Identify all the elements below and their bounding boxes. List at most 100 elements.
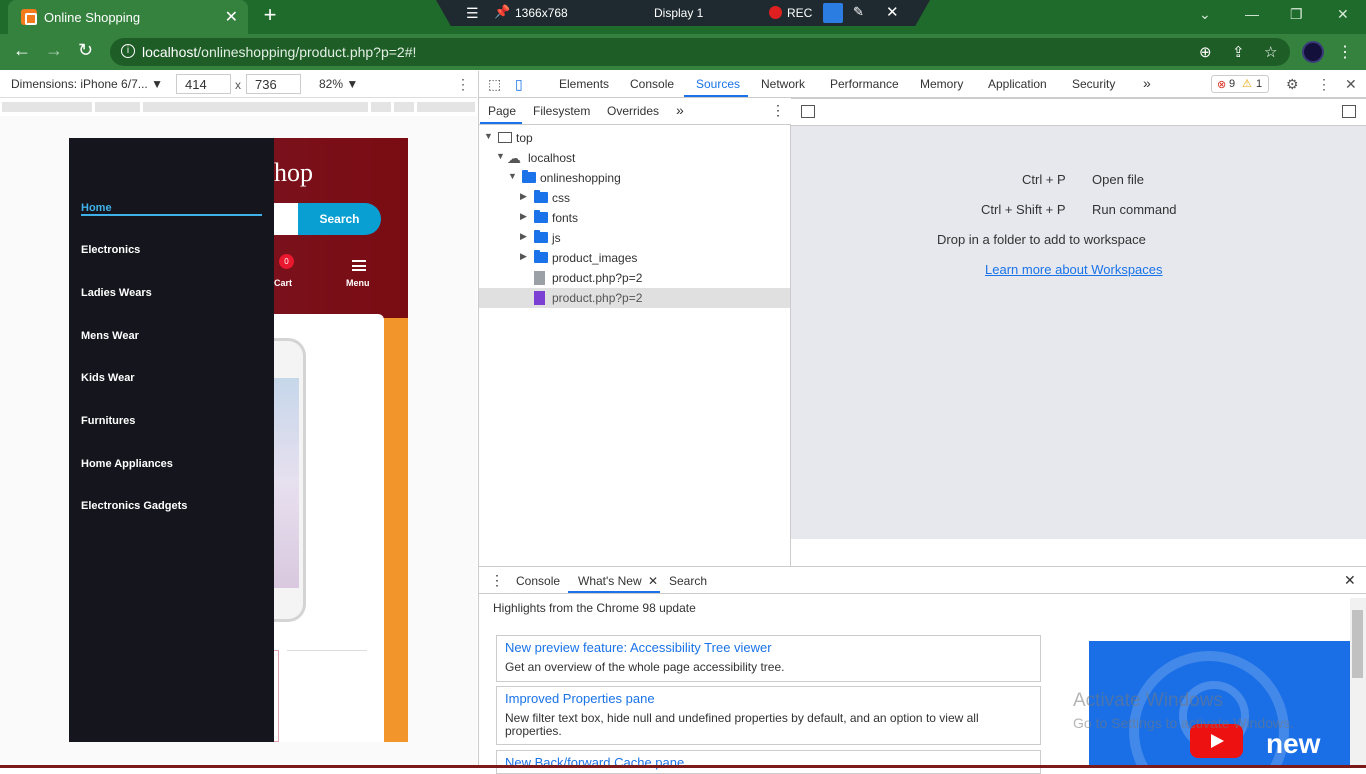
tab-close-icon[interactable]: ✕: [225, 7, 238, 27]
more-subtabs-icon[interactable]: »: [676, 102, 684, 118]
nav-item-electronics[interactable]: Electronics: [81, 244, 140, 256]
collapse-arrow-icon[interactable]: ▶: [520, 191, 527, 202]
zoom-select[interactable]: 82% ▼: [319, 77, 358, 91]
tab-sources[interactable]: Sources: [696, 77, 740, 91]
tab-console[interactable]: Console: [630, 77, 674, 91]
device-height-input[interactable]: 736: [246, 74, 301, 94]
back-arrow-icon[interactable]: ←: [13, 40, 31, 61]
tree-item-product-images[interactable]: ▶ product_images: [479, 248, 790, 268]
nav-item-kids-wear[interactable]: Kids Wear: [81, 372, 135, 384]
recorder-display[interactable]: Display 1: [654, 6, 703, 20]
tab-elements[interactable]: Elements: [559, 77, 609, 91]
learn-workspaces-link[interactable]: Learn more about Workspaces: [985, 262, 1163, 277]
pin-icon[interactable]: 📌: [494, 4, 510, 20]
device-select[interactable]: Dimensions: iPhone 6/7... ▼: [11, 77, 163, 91]
subtab-page[interactable]: Page: [488, 104, 516, 118]
tab-memory[interactable]: Memory: [920, 77, 963, 91]
tab-application[interactable]: Application: [988, 77, 1047, 91]
drawer-tab-search[interactable]: Search: [669, 574, 707, 588]
expand-arrow-icon[interactable]: ▼: [508, 171, 517, 181]
cart-label[interactable]: Cart: [274, 278, 292, 288]
chrome-menu-icon[interactable]: ⋮: [1337, 42, 1353, 62]
drawer-scrollbar[interactable]: [1350, 598, 1366, 768]
url-text[interactable]: localhost/onlineshopping/product.php?p=2…: [142, 44, 416, 60]
tree-item-onlineshopping[interactable]: ▼ onlineshopping: [479, 168, 790, 188]
new-tab-button[interactable]: +: [258, 4, 282, 28]
devtools-close-icon[interactable]: ✕: [1345, 76, 1357, 93]
tree-item-js[interactable]: ▶ js: [479, 228, 790, 248]
issues-counter[interactable]: ⊗ 9 ⚠ 1: [1211, 75, 1269, 93]
menu-label[interactable]: Menu: [346, 278, 370, 288]
collapse-arrow-icon[interactable]: ▶: [520, 231, 527, 242]
restore-icon[interactable]: ❐: [1290, 6, 1303, 23]
nav-item-electronics-gadgets[interactable]: Electronics Gadgets: [81, 500, 187, 512]
recorder-close-icon[interactable]: ✕: [886, 3, 899, 21]
screen-recorder-bar: ☰ 📌 1366x768 Display 1 REC ✎ ✕: [436, 0, 930, 26]
tree-item-localhost[interactable]: ▼ ☁ localhost: [479, 148, 790, 168]
navigator-menu-icon[interactable]: ⋮: [771, 102, 785, 119]
show-navigator-icon[interactable]: [801, 105, 815, 118]
device-more-icon[interactable]: ⋮: [456, 76, 470, 93]
drawer-close-icon[interactable]: ✕: [1344, 572, 1356, 589]
device-toggle-icon[interactable]: ▯: [515, 76, 523, 93]
subtab-overrides[interactable]: Overrides: [607, 104, 659, 118]
scrollbar-thumb[interactable]: [1352, 610, 1363, 678]
nav-item-furnitures[interactable]: Furnitures: [81, 415, 135, 427]
collapse-arrow-icon[interactable]: ▶: [520, 211, 527, 222]
forward-arrow-icon[interactable]: →: [45, 40, 63, 61]
feature-card[interactable]: New preview feature: Accessibility Tree …: [496, 635, 1041, 682]
drawer-tab-console[interactable]: Console: [516, 574, 560, 588]
nav-item-home-appliances[interactable]: Home Appliances: [81, 458, 173, 470]
zoom-icon[interactable]: ⊕: [1199, 43, 1212, 61]
drawer-tab-close-icon[interactable]: ✕: [648, 574, 658, 588]
feature-card-title[interactable]: Improved Properties pane: [505, 691, 655, 706]
minimize-icon[interactable]: —: [1245, 6, 1259, 22]
bookmark-star-icon[interactable]: ☆: [1264, 43, 1277, 61]
share-icon[interactable]: ⇪: [1232, 43, 1245, 61]
tree-item-product-php[interactable]: product.php?p=2: [479, 268, 790, 288]
activate-windows-subtext: Go to Settings to activate Windows.: [1073, 715, 1294, 731]
record-dot-icon[interactable]: [769, 6, 782, 19]
window-close-icon[interactable]: ✕: [1337, 6, 1349, 23]
inspect-element-icon[interactable]: ⬚: [488, 76, 501, 93]
settings-gear-icon[interactable]: ⚙: [1286, 76, 1299, 93]
site-info-icon[interactable]: i: [121, 44, 135, 58]
recorder-rec-label[interactable]: REC: [787, 6, 812, 20]
tab-search-icon[interactable]: ⌄: [1199, 6, 1211, 23]
nav-item-mens-wear[interactable]: Mens Wear: [81, 330, 139, 342]
nav-item-home[interactable]: Home: [81, 202, 112, 214]
drawer-tab-whats-new[interactable]: What's New: [578, 574, 642, 588]
tab-network[interactable]: Network: [761, 77, 805, 91]
tree-item-top[interactable]: ▼ top: [479, 128, 790, 148]
feature-card[interactable]: New Back/forward Cache pane: [496, 750, 1041, 774]
browser-tab[interactable]: Online Shopping ✕: [8, 0, 248, 34]
pen-icon[interactable]: ✎: [853, 4, 864, 20]
tab-security[interactable]: Security: [1072, 77, 1115, 91]
feature-card[interactable]: Improved Properties pane New filter text…: [496, 686, 1041, 745]
device-width-input[interactable]: 414: [176, 74, 231, 94]
more-tabs-icon[interactable]: »: [1143, 75, 1151, 91]
tree-item-fonts[interactable]: ▶ fonts: [479, 208, 790, 228]
camera-icon[interactable]: [823, 3, 843, 23]
reload-icon[interactable]: ↻: [78, 40, 93, 61]
collapse-arrow-icon[interactable]: ▶: [520, 251, 527, 262]
folder-icon: [534, 250, 548, 263]
drawer-menu-icon[interactable]: ⋮: [490, 572, 504, 589]
nav-item-ladies-wears[interactable]: Ladies Wears: [81, 287, 152, 299]
tree-item-css[interactable]: ▶ css: [479, 188, 790, 208]
shop-search-button[interactable]: Search: [298, 203, 381, 235]
devtools-menu-icon[interactable]: ⋮: [1317, 76, 1331, 93]
expand-arrow-icon[interactable]: ▼: [496, 151, 505, 161]
recorder-resolution: 1366x768: [515, 6, 568, 20]
hamburger-icon[interactable]: ☰: [466, 5, 479, 22]
show-debugger-icon[interactable]: [1342, 105, 1356, 118]
expand-arrow-icon[interactable]: ▼: [484, 131, 493, 141]
feature-card-title[interactable]: New preview feature: Accessibility Tree …: [505, 640, 772, 655]
error-icon: ⊗: [1217, 79, 1227, 91]
profile-avatar[interactable]: [1302, 41, 1324, 63]
address-bar[interactable]: i localhost/onlineshopping/product.php?p…: [110, 38, 1290, 66]
subtab-filesystem[interactable]: Filesystem: [533, 104, 590, 118]
tab-performance[interactable]: Performance: [830, 77, 899, 91]
tree-item-product-php-selected[interactable]: product.php?p=2: [479, 288, 790, 308]
menu-hamburger-icon[interactable]: [352, 260, 366, 271]
